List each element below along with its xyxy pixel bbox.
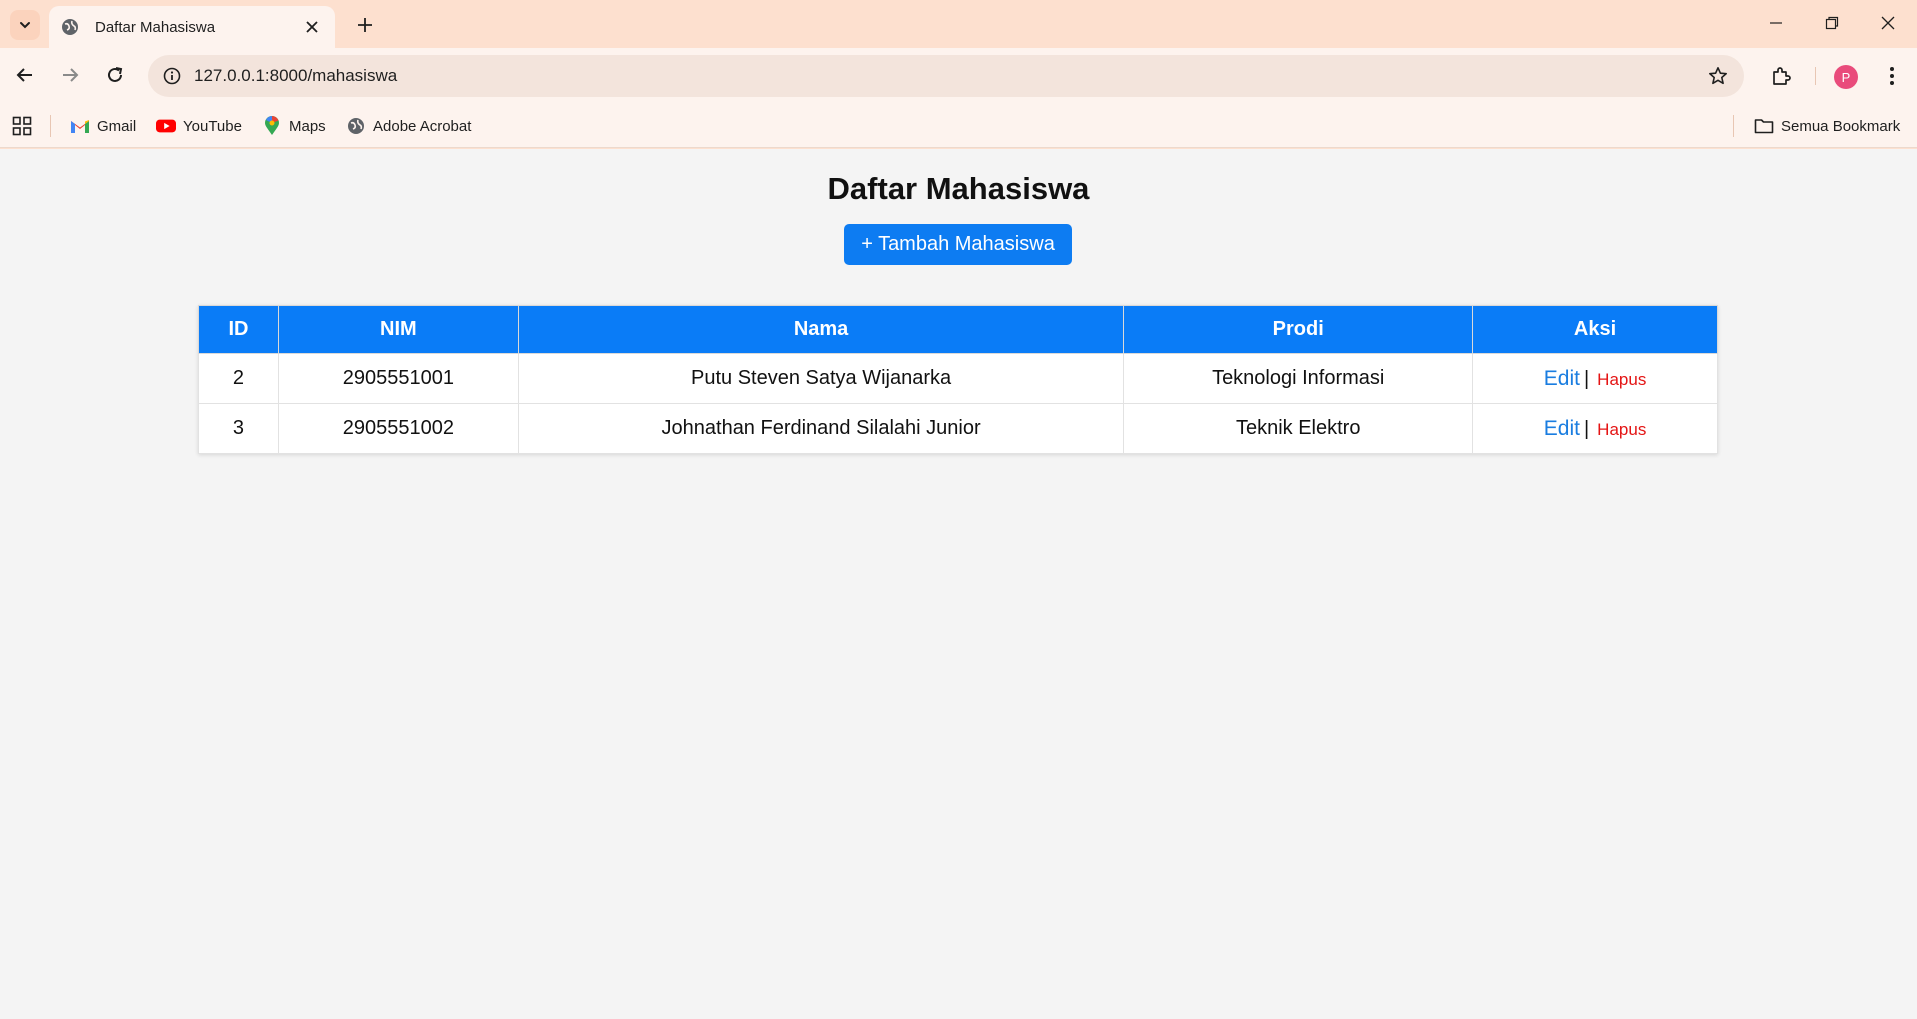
cell-nim: 2905551001	[277, 353, 519, 404]
close-icon	[1881, 16, 1895, 30]
page-title: Daftar Mahasiswa	[827, 171, 1090, 206]
cell-nama: Johnathan Ferdinand Silalahi Junior	[517, 403, 1125, 454]
add-student-button[interactable]: + Tambah Mahasiswa	[844, 224, 1072, 265]
bookmark-maps[interactable]: Maps	[262, 114, 326, 138]
toolbar-divider	[1815, 67, 1816, 85]
edit-link[interactable]: Edit	[1544, 367, 1580, 390]
apps-grid-icon[interactable]	[12, 116, 32, 136]
cell-id: 2	[198, 353, 279, 404]
bookmarks-bar: Gmail YouTube Maps Adobe Acrobat Semua B…	[0, 104, 1917, 148]
column-header-nama: Nama	[517, 305, 1125, 354]
student-table: ID NIM Nama Prodi Aksi 2 2905551001 Putu…	[198, 305, 1718, 454]
restore-button[interactable]	[1804, 0, 1860, 46]
edit-link[interactable]: Edit	[1544, 417, 1580, 440]
bookmark-gmail[interactable]: Gmail	[70, 114, 136, 138]
cell-aksi: Edit | Hapus	[1472, 353, 1718, 404]
cell-prodi: Teknik Elektro	[1123, 403, 1474, 454]
more-vertical-icon	[1890, 67, 1894, 85]
table-header-row: ID NIM Nama Prodi Aksi	[198, 305, 1718, 354]
minimize-button[interactable]	[1748, 0, 1804, 46]
cell-nim: 2905551002	[277, 403, 519, 454]
folder-icon	[1754, 116, 1774, 136]
restore-icon	[1825, 16, 1839, 30]
browser-toolbar: 127.0.0.1:8000/mahasiswa P	[0, 48, 1917, 104]
arrow-left-icon	[16, 68, 32, 82]
profile-avatar[interactable]: P	[1834, 65, 1858, 89]
gmail-icon	[70, 116, 90, 136]
tab-close-icon[interactable]	[301, 16, 323, 38]
action-separator: |	[1583, 367, 1590, 390]
column-header-nim: NIM	[277, 305, 519, 354]
tab-strip: Daftar Mahasiswa	[0, 0, 1917, 48]
delete-link[interactable]: Hapus	[1597, 370, 1646, 389]
puzzle-icon	[1773, 67, 1791, 85]
page-content: Daftar Mahasiswa + Tambah Mahasiswa ID N…	[0, 149, 1917, 1019]
address-bar[interactable]: 127.0.0.1:8000/mahasiswa	[148, 55, 1744, 97]
cell-aksi: Edit | Hapus	[1472, 403, 1718, 454]
close-window-button[interactable]	[1860, 0, 1916, 46]
tab-search-button[interactable]	[10, 10, 40, 40]
url-text[interactable]: 127.0.0.1:8000/mahasiswa	[194, 66, 397, 86]
chevron-down-icon	[20, 22, 30, 29]
site-info-icon[interactable]	[160, 64, 184, 88]
forward-button[interactable]	[53, 58, 87, 92]
bookmarks-divider	[50, 115, 51, 137]
back-button[interactable]	[8, 58, 42, 92]
all-bookmarks-button[interactable]: Semua Bookmark	[1754, 114, 1900, 138]
action-separator: |	[1583, 417, 1590, 440]
globe-icon	[346, 116, 366, 136]
minimize-icon	[1770, 22, 1782, 24]
reload-button[interactable]	[98, 58, 132, 92]
cell-nama: Putu Steven Satya Wijanarka	[517, 353, 1125, 404]
bookmark-adobe-acrobat[interactable]: Adobe Acrobat	[346, 114, 471, 138]
browser-chrome: Daftar Mahasiswa 127.0.0.1:8000/mahasisw…	[0, 0, 1917, 149]
browser-menu-button[interactable]	[1877, 59, 1907, 93]
all-bookmarks-label: Semua Bookmark	[1781, 117, 1901, 135]
delete-link[interactable]: Hapus	[1597, 420, 1646, 439]
tab-title: Daftar Mahasiswa	[95, 18, 216, 36]
bookmark-label: Gmail	[97, 117, 137, 135]
column-header-aksi: Aksi	[1472, 305, 1718, 354]
column-header-id: ID	[198, 305, 279, 354]
bookmark-youtube[interactable]: YouTube	[156, 114, 242, 138]
cell-id: 3	[198, 403, 279, 454]
tab-active[interactable]: Daftar Mahasiswa	[49, 6, 335, 48]
new-tab-button[interactable]	[350, 10, 380, 40]
cell-prodi: Teknologi Informasi	[1123, 353, 1474, 404]
plus-icon	[358, 18, 372, 32]
bookmark-label: Adobe Acrobat	[373, 117, 472, 135]
maps-icon	[262, 116, 282, 136]
table-row: 2 2905551001 Putu Steven Satya Wijanarka…	[198, 353, 1718, 404]
bookmark-label: Maps	[289, 117, 326, 135]
globe-icon	[61, 17, 81, 37]
bookmark-star-icon[interactable]	[1706, 64, 1730, 88]
reload-icon	[108, 67, 123, 82]
column-header-prodi: Prodi	[1123, 305, 1474, 354]
bookmark-label: YouTube	[183, 117, 242, 135]
table-row: 3 2905551002 Johnathan Ferdinand Silalah…	[198, 403, 1718, 454]
extensions-button[interactable]	[1764, 59, 1798, 93]
youtube-icon	[156, 116, 176, 136]
arrow-right-icon	[63, 68, 79, 82]
bookmarks-divider	[1733, 115, 1734, 137]
